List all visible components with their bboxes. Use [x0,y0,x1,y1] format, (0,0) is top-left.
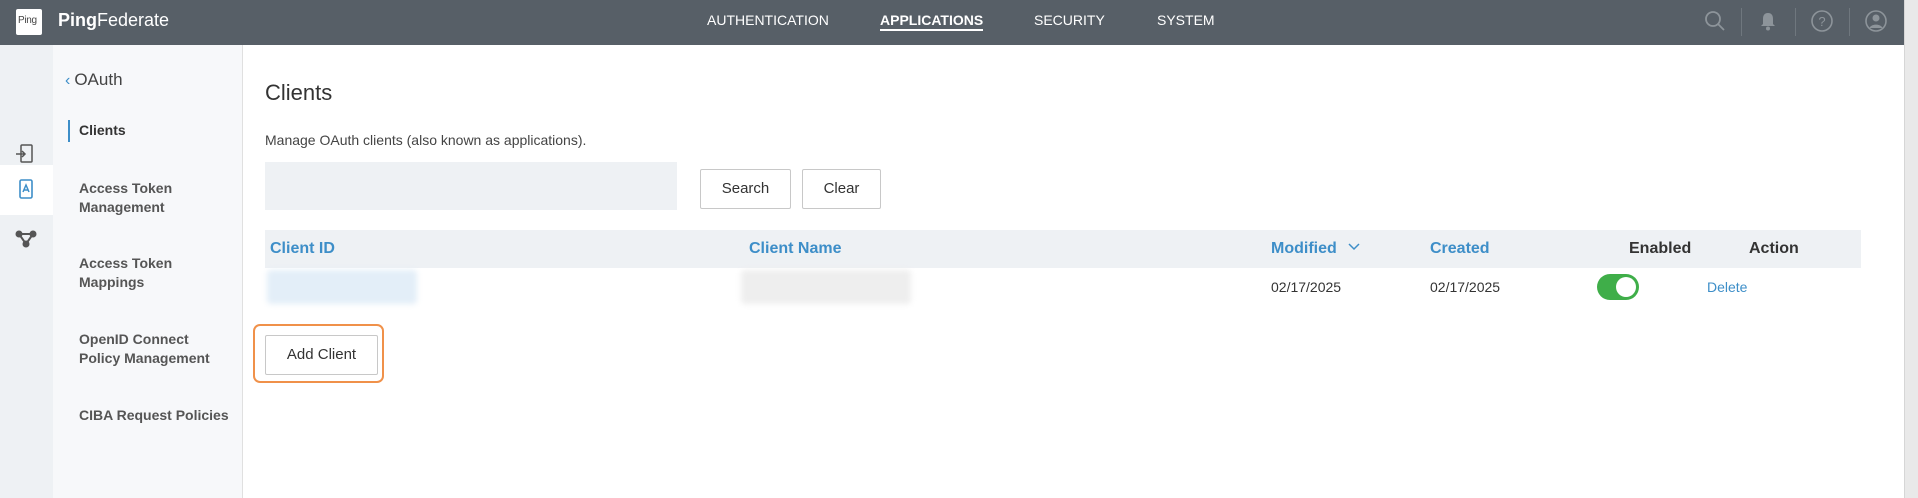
search-input[interactable] [265,162,677,210]
help-icon[interactable]: ? [1809,8,1835,34]
toolbar-divider [1741,8,1742,36]
sidenav-item-access-token-management[interactable]: Access Token Management [79,179,229,217]
rail-applications[interactable] [0,165,53,215]
authentication-icon [16,144,33,163]
sidenav-item-access-token-mappings[interactable]: Access Token Mappings [79,254,229,292]
security-icon [15,230,37,248]
rail-security[interactable] [0,215,53,265]
enabled-toggle[interactable] [1597,274,1639,300]
nav-applications[interactable]: APPLICATIONS [880,12,984,31]
row-created: 02/17/2025 [1430,279,1501,295]
active-indicator [68,120,70,142]
sidenav-item-openid-connect-policy-management[interactable]: OpenID Connect Policy Management [79,330,229,368]
col-modified[interactable]: Modified [1271,240,1361,258]
side-nav: ‹ OAuth Clients Access Token Management A… [53,45,243,498]
page-title: Clients [265,80,333,105]
top-bar: Ping PingFederate AUTHENTICATION APPLICA… [0,0,1904,45]
table-header: Client ID Client Name Modified Created E… [265,230,1861,268]
ping-logo[interactable]: Ping [16,9,42,35]
col-action: Action [1749,240,1799,257]
scrollbar[interactable] [1904,0,1918,498]
client-id-redacted [267,270,417,304]
client-name-redacted [741,270,911,304]
col-client-id[interactable]: Client ID [270,240,335,258]
toggle-knob [1616,277,1636,297]
toolbar-divider [1795,8,1796,36]
sort-descending-icon [1348,243,1360,251]
col-modified-label: Modified [1271,240,1337,257]
icon-rail [0,45,53,498]
sidenav-item-clients[interactable]: Clients [79,121,229,140]
search-button[interactable]: Search [700,169,791,209]
nav-system[interactable]: SYSTEM [1157,12,1215,28]
brand-bold: Ping [58,10,97,30]
sidenav-item-ciba-request-policies[interactable]: CIBA Request Policies [79,406,229,425]
page-description: Manage OAuth clients (also known as appl… [265,132,587,148]
nav-security[interactable]: SECURITY [1034,12,1105,28]
add-client-button[interactable]: Add Client [265,335,378,375]
logo-text: Ping [18,15,37,26]
chevron-left-icon: ‹ [65,72,71,89]
search-icon[interactable] [1702,8,1728,34]
product-name: PingFederate [58,10,169,31]
clear-button[interactable]: Clear [802,169,881,209]
bell-icon[interactable] [1755,8,1781,34]
user-icon[interactable] [1863,8,1889,34]
toolbar-divider [1849,8,1850,36]
col-client-name[interactable]: Client Name [749,240,841,258]
row-modified: 02/17/2025 [1271,279,1342,295]
delete-link[interactable]: Delete [1707,279,1747,295]
col-created[interactable]: Created [1430,240,1490,258]
back-label: OAuth [74,70,123,89]
col-enabled: Enabled [1629,240,1692,257]
back-to-oauth[interactable]: ‹ OAuth [65,70,123,90]
applications-icon [19,179,33,199]
nav-authentication[interactable]: AUTHENTICATION [707,12,829,28]
brand-rest: Federate [97,10,170,30]
svg-text:?: ? [1818,14,1825,29]
